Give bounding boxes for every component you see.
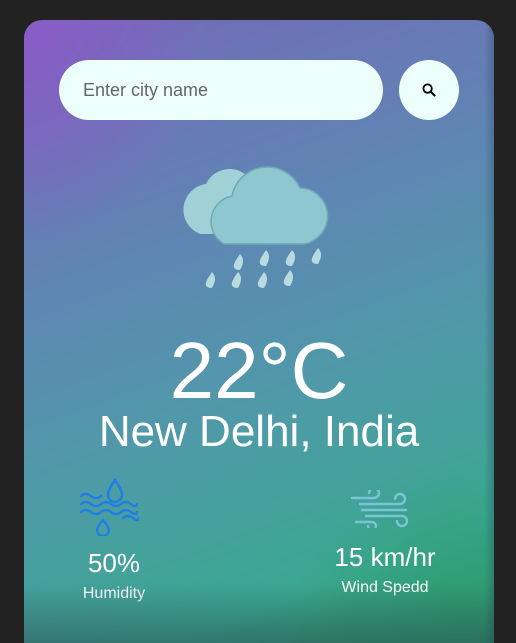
humidity-label: Humidity: [82, 585, 146, 602]
city-name: New Delhi, India: [98, 407, 420, 456]
humidity-value: 50%: [87, 548, 141, 578]
rain-cloud-icon: [183, 166, 329, 288]
weather-card: 22°C New Delhi, India 50% Humidity 15 km…: [24, 20, 494, 643]
wind-speed-value: 15 km/hr: [334, 542, 436, 572]
search-button[interactable]: [399, 60, 459, 120]
humidity-icon: [79, 478, 139, 536]
search-input[interactable]: [59, 60, 383, 120]
wind-speed-label: Wind Spedd: [341, 579, 429, 596]
temperature: 22°C: [169, 326, 349, 415]
search-icon: [422, 83, 436, 97]
wind-icon: [350, 490, 408, 528]
